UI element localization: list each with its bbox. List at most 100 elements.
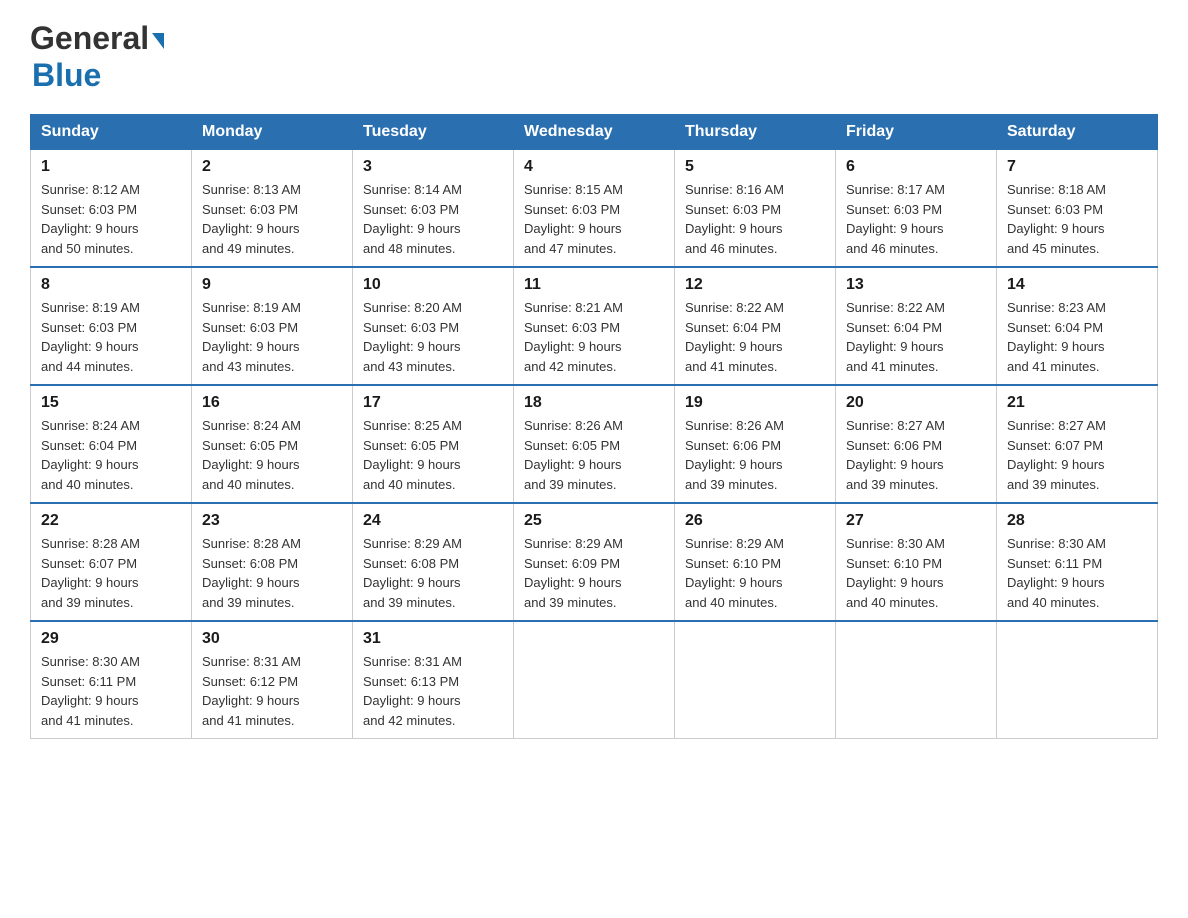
- day-number: 22: [41, 512, 181, 530]
- calendar-cell: 1 Sunrise: 8:12 AM Sunset: 6:03 PM Dayli…: [31, 150, 192, 268]
- calendar-cell: 20 Sunrise: 8:27 AM Sunset: 6:06 PM Dayl…: [836, 385, 997, 503]
- day-info: Sunrise: 8:30 AM Sunset: 6:10 PM Dayligh…: [846, 534, 986, 612]
- day-number: 16: [202, 394, 342, 412]
- calendar-cell: 7 Sunrise: 8:18 AM Sunset: 6:03 PM Dayli…: [997, 150, 1158, 268]
- calendar-cell: 31 Sunrise: 8:31 AM Sunset: 6:13 PM Dayl…: [353, 621, 514, 739]
- calendar-cell: 3 Sunrise: 8:14 AM Sunset: 6:03 PM Dayli…: [353, 150, 514, 268]
- calendar-cell: 8 Sunrise: 8:19 AM Sunset: 6:03 PM Dayli…: [31, 267, 192, 385]
- day-number: 17: [363, 394, 503, 412]
- day-info: Sunrise: 8:21 AM Sunset: 6:03 PM Dayligh…: [524, 298, 664, 376]
- day-number: 18: [524, 394, 664, 412]
- day-number: 21: [1007, 394, 1147, 412]
- header-friday: Friday: [836, 115, 997, 150]
- day-info: Sunrise: 8:26 AM Sunset: 6:05 PM Dayligh…: [524, 416, 664, 494]
- calendar-cell: 17 Sunrise: 8:25 AM Sunset: 6:05 PM Dayl…: [353, 385, 514, 503]
- day-info: Sunrise: 8:29 AM Sunset: 6:09 PM Dayligh…: [524, 534, 664, 612]
- calendar-cell: 27 Sunrise: 8:30 AM Sunset: 6:10 PM Dayl…: [836, 503, 997, 621]
- day-number: 9: [202, 276, 342, 294]
- day-number: 1: [41, 158, 181, 176]
- calendar-cell: 25 Sunrise: 8:29 AM Sunset: 6:09 PM Dayl…: [514, 503, 675, 621]
- day-number: 25: [524, 512, 664, 530]
- calendar-cell: 28 Sunrise: 8:30 AM Sunset: 6:11 PM Dayl…: [997, 503, 1158, 621]
- calendar-cell: [675, 621, 836, 739]
- logo-general: General: [30, 20, 149, 57]
- day-number: 6: [846, 158, 986, 176]
- day-number: 4: [524, 158, 664, 176]
- day-info: Sunrise: 8:17 AM Sunset: 6:03 PM Dayligh…: [846, 180, 986, 258]
- day-number: 30: [202, 630, 342, 648]
- day-number: 20: [846, 394, 986, 412]
- day-info: Sunrise: 8:13 AM Sunset: 6:03 PM Dayligh…: [202, 180, 342, 258]
- calendar-cell: 10 Sunrise: 8:20 AM Sunset: 6:03 PM Dayl…: [353, 267, 514, 385]
- day-number: 14: [1007, 276, 1147, 294]
- day-info: Sunrise: 8:28 AM Sunset: 6:08 PM Dayligh…: [202, 534, 342, 612]
- logo-blue: Blue: [32, 57, 101, 93]
- day-number: 11: [524, 276, 664, 294]
- calendar-cell: 4 Sunrise: 8:15 AM Sunset: 6:03 PM Dayli…: [514, 150, 675, 268]
- calendar-cell: 26 Sunrise: 8:29 AM Sunset: 6:10 PM Dayl…: [675, 503, 836, 621]
- header-sunday: Sunday: [31, 115, 192, 150]
- day-info: Sunrise: 8:25 AM Sunset: 6:05 PM Dayligh…: [363, 416, 503, 494]
- calendar-table: SundayMondayTuesdayWednesdayThursdayFrid…: [30, 114, 1158, 739]
- day-info: Sunrise: 8:31 AM Sunset: 6:12 PM Dayligh…: [202, 652, 342, 730]
- day-info: Sunrise: 8:27 AM Sunset: 6:06 PM Dayligh…: [846, 416, 986, 494]
- calendar-cell: [514, 621, 675, 739]
- day-info: Sunrise: 8:24 AM Sunset: 6:05 PM Dayligh…: [202, 416, 342, 494]
- day-info: Sunrise: 8:22 AM Sunset: 6:04 PM Dayligh…: [846, 298, 986, 376]
- calendar-cell: 16 Sunrise: 8:24 AM Sunset: 6:05 PM Dayl…: [192, 385, 353, 503]
- day-number: 15: [41, 394, 181, 412]
- day-info: Sunrise: 8:31 AM Sunset: 6:13 PM Dayligh…: [363, 652, 503, 730]
- day-number: 23: [202, 512, 342, 530]
- day-info: Sunrise: 8:18 AM Sunset: 6:03 PM Dayligh…: [1007, 180, 1147, 258]
- day-number: 13: [846, 276, 986, 294]
- header-thursday: Thursday: [675, 115, 836, 150]
- calendar-cell: 21 Sunrise: 8:27 AM Sunset: 6:07 PM Dayl…: [997, 385, 1158, 503]
- logo: General Blue: [30, 20, 164, 94]
- header-row: SundayMondayTuesdayWednesdayThursdayFrid…: [31, 115, 1158, 150]
- day-number: 31: [363, 630, 503, 648]
- header-tuesday: Tuesday: [353, 115, 514, 150]
- calendar-cell: 22 Sunrise: 8:28 AM Sunset: 6:07 PM Dayl…: [31, 503, 192, 621]
- day-info: Sunrise: 8:28 AM Sunset: 6:07 PM Dayligh…: [41, 534, 181, 612]
- day-number: 19: [685, 394, 825, 412]
- day-info: Sunrise: 8:26 AM Sunset: 6:06 PM Dayligh…: [685, 416, 825, 494]
- week-row-4: 22 Sunrise: 8:28 AM Sunset: 6:07 PM Dayl…: [31, 503, 1158, 621]
- day-number: 7: [1007, 158, 1147, 176]
- day-number: 29: [41, 630, 181, 648]
- day-number: 12: [685, 276, 825, 294]
- calendar-cell: 12 Sunrise: 8:22 AM Sunset: 6:04 PM Dayl…: [675, 267, 836, 385]
- header-monday: Monday: [192, 115, 353, 150]
- calendar-cell: 15 Sunrise: 8:24 AM Sunset: 6:04 PM Dayl…: [31, 385, 192, 503]
- day-info: Sunrise: 8:29 AM Sunset: 6:08 PM Dayligh…: [363, 534, 503, 612]
- day-number: 10: [363, 276, 503, 294]
- calendar-cell: 29 Sunrise: 8:30 AM Sunset: 6:11 PM Dayl…: [31, 621, 192, 739]
- logo-arrow-icon: [152, 33, 164, 49]
- day-number: 3: [363, 158, 503, 176]
- header-saturday: Saturday: [997, 115, 1158, 150]
- day-info: Sunrise: 8:15 AM Sunset: 6:03 PM Dayligh…: [524, 180, 664, 258]
- week-row-3: 15 Sunrise: 8:24 AM Sunset: 6:04 PM Dayl…: [31, 385, 1158, 503]
- calendar-cell: 5 Sunrise: 8:16 AM Sunset: 6:03 PM Dayli…: [675, 150, 836, 268]
- day-number: 24: [363, 512, 503, 530]
- calendar-cell: 14 Sunrise: 8:23 AM Sunset: 6:04 PM Dayl…: [997, 267, 1158, 385]
- calendar-cell: [836, 621, 997, 739]
- day-number: 2: [202, 158, 342, 176]
- calendar-cell: 19 Sunrise: 8:26 AM Sunset: 6:06 PM Dayl…: [675, 385, 836, 503]
- day-info: Sunrise: 8:16 AM Sunset: 6:03 PM Dayligh…: [685, 180, 825, 258]
- week-row-5: 29 Sunrise: 8:30 AM Sunset: 6:11 PM Dayl…: [31, 621, 1158, 739]
- week-row-1: 1 Sunrise: 8:12 AM Sunset: 6:03 PM Dayli…: [31, 150, 1158, 268]
- day-info: Sunrise: 8:19 AM Sunset: 6:03 PM Dayligh…: [202, 298, 342, 376]
- day-info: Sunrise: 8:22 AM Sunset: 6:04 PM Dayligh…: [685, 298, 825, 376]
- day-info: Sunrise: 8:24 AM Sunset: 6:04 PM Dayligh…: [41, 416, 181, 494]
- week-row-2: 8 Sunrise: 8:19 AM Sunset: 6:03 PM Dayli…: [31, 267, 1158, 385]
- calendar-cell: 18 Sunrise: 8:26 AM Sunset: 6:05 PM Dayl…: [514, 385, 675, 503]
- day-number: 26: [685, 512, 825, 530]
- calendar-cell: 24 Sunrise: 8:29 AM Sunset: 6:08 PM Dayl…: [353, 503, 514, 621]
- day-info: Sunrise: 8:27 AM Sunset: 6:07 PM Dayligh…: [1007, 416, 1147, 494]
- day-info: Sunrise: 8:20 AM Sunset: 6:03 PM Dayligh…: [363, 298, 503, 376]
- day-number: 5: [685, 158, 825, 176]
- day-info: Sunrise: 8:12 AM Sunset: 6:03 PM Dayligh…: [41, 180, 181, 258]
- page-header: General Blue: [30, 20, 1158, 94]
- calendar-cell: 23 Sunrise: 8:28 AM Sunset: 6:08 PM Dayl…: [192, 503, 353, 621]
- calendar-cell: 13 Sunrise: 8:22 AM Sunset: 6:04 PM Dayl…: [836, 267, 997, 385]
